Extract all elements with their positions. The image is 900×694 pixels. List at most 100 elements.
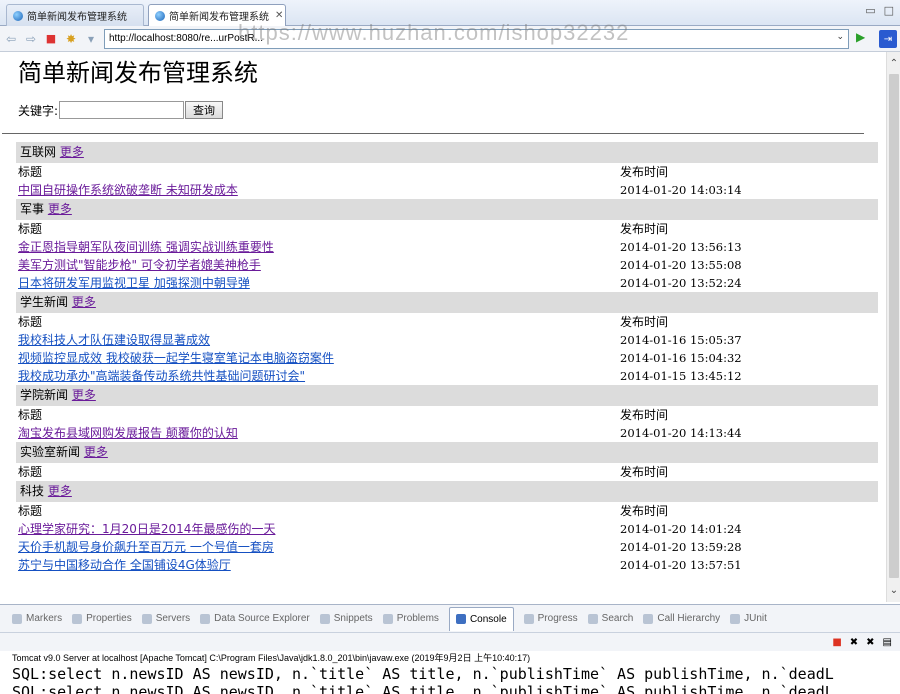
news-row: 我校成功承办"高端装备传动系统共性基础问题研讨会" 2014-01-15 13:4…: [18, 367, 880, 385]
panel-tab[interactable]: Data Source Explorer: [200, 613, 310, 624]
refresh-icon[interactable]: ✸: [62, 30, 80, 48]
more-link[interactable]: 更多: [72, 295, 96, 309]
news-title-link[interactable]: 天价手机靓号身价飙升至百万元 一个号值一套房: [18, 540, 274, 554]
editor-tab-label: 简单新闻发布管理系统: [169, 12, 269, 23]
panel-tab[interactable]: JUnit: [730, 613, 767, 624]
chevron-down-icon[interactable]: ▾: [82, 30, 100, 48]
maximize-icon[interactable]: □: [884, 4, 894, 17]
panel-tab-label: Call Hierarchy: [657, 613, 721, 624]
panel-tab[interactable]: Markers: [12, 613, 62, 624]
news-time: 2014-01-20 14:01:24: [620, 522, 742, 536]
panel-tab-icon: [12, 613, 22, 624]
remove-launch-icon[interactable]: ✖: [850, 637, 858, 648]
panel-tab-icon: [587, 613, 598, 624]
news-title-cell: 苏宁与中国移动合作 全国铺设4G体验厅: [18, 556, 620, 574]
news-title-link[interactable]: 苏宁与中国移动合作 全国铺设4G体验厅: [18, 558, 231, 572]
open-external-icon[interactable]: ⇥: [879, 30, 897, 48]
console-line: SQL:select n.newsID AS newsID, n.`title`…: [0, 683, 900, 694]
more-link[interactable]: 更多: [60, 145, 84, 159]
panel-tab[interactable]: Call Hierarchy: [643, 613, 720, 624]
chevron-down-icon[interactable]: ⌄: [887, 585, 900, 596]
column-header-row: 标题 发布时间: [18, 406, 880, 424]
news-time: 2014-01-15 13:45:12: [620, 369, 742, 383]
editor-tab-2[interactable]: 简单新闻发布管理系统 ✕: [148, 4, 286, 26]
news-row: 天价手机靓号身价飙升至百万元 一个号值一套房 2014-01-20 13:59:2…: [18, 538, 880, 556]
go-icon[interactable]: ▶: [856, 30, 865, 44]
panel-tab-label: Properties: [86, 613, 132, 624]
scrollbar[interactable]: ⌃ ⌄: [886, 52, 900, 602]
news-title-cell: 我校成功承办"高端装备传动系统共性基础问题研讨会": [18, 367, 620, 385]
panel-tab[interactable]: Search: [587, 613, 633, 624]
news-title-link[interactable]: 日本将研发军用监视卫星 加强探测中朝导弹: [18, 276, 250, 290]
category-name: 科技: [20, 484, 45, 498]
panel-tab[interactable]: Problems: [382, 613, 439, 624]
news-title-cell: 我校科技人才队伍建设取得显著成效: [18, 331, 620, 349]
news-title-link[interactable]: 我校成功承办"高端装备传动系统共性基础问题研讨会": [18, 369, 305, 383]
search-label: 关键字:: [18, 103, 59, 118]
eclipse-window: 简单新闻发布管理系统 简单新闻发布管理系统 ✕ ▭ □ ⇦ ⇨ ■ ✸ ▾ ht…: [0, 0, 900, 694]
news-row: 我校科技人才队伍建设取得显著成效 2014-01-16 15:05:37: [18, 331, 880, 349]
panel-tab[interactable]: Servers: [141, 613, 190, 624]
column-header-row: 标题 发布时间: [18, 220, 880, 238]
news-title-link[interactable]: 美军方测试"智能步枪" 可令初学者媲美神枪手: [18, 258, 261, 272]
title-header: 标题: [18, 408, 43, 422]
editor-tab-1[interactable]: 简单新闻发布管理系统: [6, 4, 144, 26]
title-header: 标题: [18, 165, 43, 179]
forward-arrow-icon[interactable]: ⇨: [22, 30, 40, 48]
panel-tab[interactable]: Properties: [72, 613, 132, 624]
chevron-down-icon[interactable]: ⌄: [836, 31, 844, 42]
console-title: Tomcat v9.0 Server at localhost [Apache …: [0, 651, 900, 665]
news-title-cell: 中国自研操作系统欲破垄断 未知研发成本: [18, 181, 620, 199]
url-input[interactable]: http://localhost:8080/re...urPostR... ⌄: [104, 29, 849, 49]
stop-icon[interactable]: ■: [42, 30, 60, 48]
news-time: 2014-01-20 14:03:14: [620, 183, 742, 197]
time-header: 发布时间: [620, 504, 669, 518]
panel-tab-icon: [455, 614, 466, 624]
more-link[interactable]: 更多: [84, 445, 108, 459]
time-header: 发布时间: [620, 465, 669, 479]
panel-tab-icon: [382, 613, 393, 624]
back-arrow-icon[interactable]: ⇦: [2, 30, 20, 48]
news-row: 中国自研操作系统欲破垄断 未知研发成本 2014-01-20 14:03:14: [18, 181, 880, 199]
news-row: 苏宁与中国移动合作 全国铺设4G体验厅 2014-01-20 13:57:51: [18, 556, 880, 574]
web-page: 简单新闻发布管理系统 关键字: 查询 互联网 更多 标题 发布时间 中国自研操作系统欲…: [0, 52, 886, 602]
terminate-icon[interactable]: ■: [832, 637, 841, 648]
news-title-link[interactable]: 淘宝发布县域网购发展报告 颠覆你的认知: [18, 426, 238, 440]
panel-tab[interactable]: Snippets: [319, 613, 373, 624]
search-button[interactable]: 查询: [185, 101, 224, 119]
panel-tab-icon: [643, 613, 654, 624]
scrollbar-thumb[interactable]: [889, 74, 899, 578]
page-title: 简单新闻发布管理系统: [18, 59, 258, 87]
panel-tab-label: JUnit: [744, 613, 767, 624]
news-row: 金正恩指导朝军队夜间训练 强调实战训练重要性 2014-01-20 13:56:1…: [18, 238, 880, 256]
divider: [2, 133, 864, 134]
news-title-link[interactable]: 心理学家研究：1月20日是2014年最感伤的一天: [18, 522, 275, 536]
news-title-link[interactable]: 视频监控显成效 我校破获一起学生寝室笔记本电脑盗窃案件: [18, 351, 334, 365]
minimize-icon[interactable]: ▭: [865, 4, 875, 17]
more-link[interactable]: 更多: [72, 388, 96, 402]
close-icon[interactable]: ✕: [275, 10, 283, 21]
menu-icon[interactable]: ▤: [883, 637, 892, 648]
news-time: 2014-01-20 13:56:13: [620, 240, 742, 254]
remove-all-icon[interactable]: ✖: [866, 637, 874, 648]
news-title-cell: 视频监控显成效 我校破获一起学生寝室笔记本电脑盗窃案件: [18, 349, 620, 367]
more-link[interactable]: 更多: [48, 484, 72, 498]
editor-tab-strip: 简单新闻发布管理系统 简单新闻发布管理系统 ✕ ▭ □: [0, 0, 900, 26]
console-panel: Markers Properties Servers Data Source Expl…: [0, 604, 900, 694]
category-header: 实验室新闻 更多: [16, 442, 878, 463]
chevron-up-icon[interactable]: ⌃: [887, 58, 900, 69]
panel-tab[interactable]: Progress: [523, 613, 578, 624]
panel-tab-icon: [200, 613, 211, 624]
news-title-link[interactable]: 金正恩指导朝军队夜间训练 强调实战训练重要性: [18, 240, 274, 254]
time-header: 发布时间: [620, 222, 669, 236]
news-title-link[interactable]: 我校科技人才队伍建设取得显著成效: [18, 333, 210, 347]
panel-tab[interactable]: Console: [448, 606, 514, 631]
news-title-link[interactable]: 中国自研操作系统欲破垄断 未知研发成本: [18, 183, 238, 197]
news-row: 日本将研发军用监视卫星 加强探测中朝导弹 2014-01-20 13:52:24: [18, 274, 880, 292]
more-link[interactable]: 更多: [48, 202, 72, 216]
column-header-row: 标题 发布时间: [18, 313, 880, 331]
panel-tab-label: Problems: [396, 613, 439, 624]
url-text: http://localhost:8080/re...urPostR...: [109, 33, 263, 44]
search-input[interactable]: [59, 101, 185, 119]
news-title-cell: 金正恩指导朝军队夜间训练 强调实战训练重要性: [18, 238, 620, 256]
